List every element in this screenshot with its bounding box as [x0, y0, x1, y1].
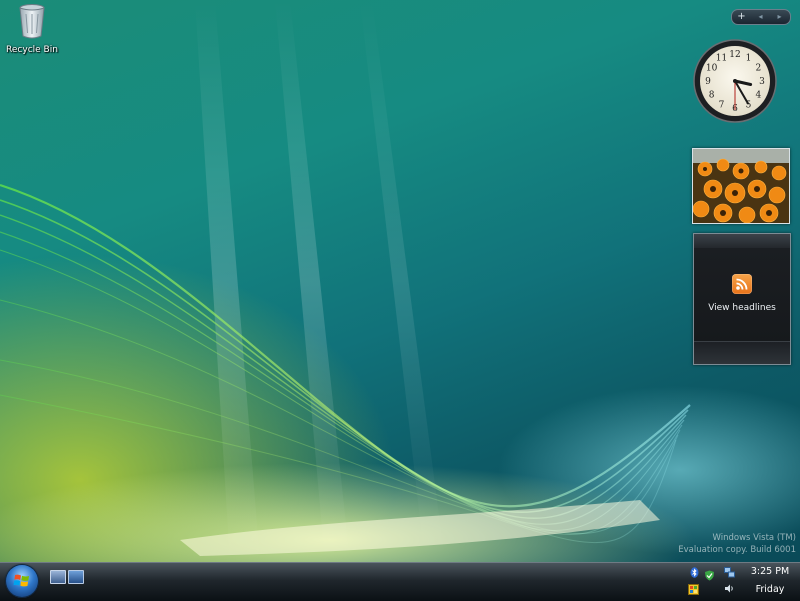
security-shield-icon[interactable]: [704, 570, 715, 581]
feed-headlines-gadget[interactable]: View headlines: [693, 233, 791, 365]
desktop-icon-recycle-bin[interactable]: Recycle Bin: [2, 2, 62, 55]
sidebar-gadget-controls: + ◂ ▸: [731, 9, 791, 25]
taskbar: 3:25 PM Friday: [0, 562, 800, 601]
clock-numeral: 8: [709, 91, 715, 101]
clock-gadget[interactable]: 121234567891011: [693, 38, 777, 124]
watermark-line-2: Evaluation copy. Build 6001: [678, 545, 796, 555]
clock-numeral: 2: [756, 64, 762, 74]
wallpaper-aurora: [0, 0, 691, 562]
desktop-icon-label: Recycle Bin: [6, 45, 58, 55]
clock-numeral: 3: [759, 77, 765, 87]
show-desktop-icon[interactable]: [50, 570, 66, 584]
clock-numeral: 12: [729, 50, 740, 60]
windows-update-icon[interactable]: [688, 584, 699, 595]
network-icon[interactable]: [724, 567, 735, 578]
clock-numeral: 4: [756, 91, 762, 101]
clock-numeral: 11: [716, 54, 727, 64]
taskbar-clock-time[interactable]: 3:25 PM: [745, 566, 795, 577]
feed-header-band: [694, 234, 790, 248]
clock-numeral: 10: [706, 64, 718, 74]
clock-numeral: 7: [719, 100, 725, 110]
os-watermark: Windows Vista (TM) Evaluation copy. Buil…: [678, 532, 796, 556]
add-gadget-button[interactable]: +: [732, 10, 751, 24]
slideshow-gadget[interactable]: [692, 148, 790, 224]
taskbar-clock-day[interactable]: Friday: [745, 584, 795, 595]
view-headlines-link[interactable]: View headlines: [694, 303, 790, 313]
start-button[interactable]: [6, 565, 38, 597]
bluetooth-icon[interactable]: [689, 567, 700, 578]
rss-icon: [732, 274, 752, 294]
clock-numeral: 9: [705, 77, 711, 87]
watermark-line-1: Windows Vista (TM): [712, 533, 796, 543]
flowers-photo: [693, 149, 789, 223]
volume-icon[interactable]: [724, 583, 735, 594]
next-page-button[interactable]: ▸: [770, 10, 789, 24]
clock-numeral: 1: [746, 54, 752, 64]
desktop[interactable]: Recycle Bin Windows Vista (TM) Evaluatio…: [0, 0, 800, 562]
feed-footer-band: [694, 341, 790, 364]
switch-windows-icon[interactable]: [68, 570, 84, 584]
windows-logo-icon: [13, 574, 29, 587]
recycle-bin-icon: [19, 4, 45, 39]
previous-page-button[interactable]: ◂: [751, 10, 770, 24]
